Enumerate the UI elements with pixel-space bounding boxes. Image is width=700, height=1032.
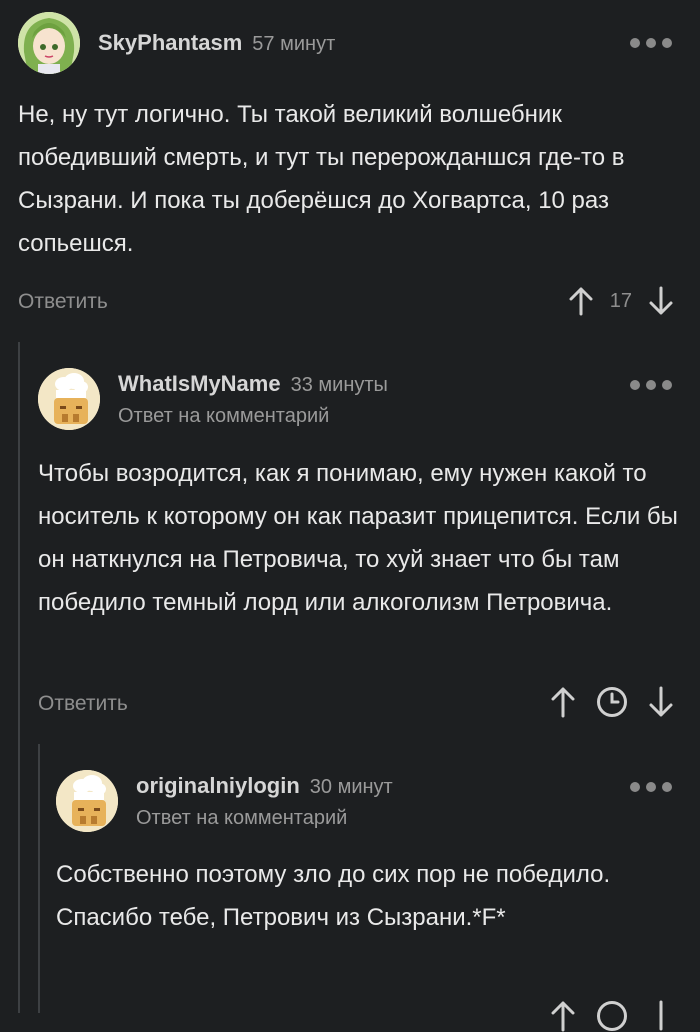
comment-header: originalniylogin 30 минут Ответ на коммен… [56, 770, 393, 832]
comment-header: SkyPhantasm 57 минут [18, 12, 335, 74]
more-options-icon[interactable] [630, 782, 672, 792]
anime-avatar-icon [18, 12, 80, 74]
comment-text: Собственно поэтому зло до сих пор не поб… [56, 861, 611, 931]
downvote-arrow-icon[interactable] [648, 686, 674, 718]
clock-icon[interactable] [596, 686, 628, 718]
upvote-arrow-icon[interactable] [550, 1000, 576, 1032]
chef-avatar-icon [38, 368, 100, 430]
rating-count: 17 [609, 289, 632, 312]
avatar[interactable] [56, 770, 118, 832]
more-options-icon[interactable] [630, 380, 672, 390]
chef-avatar-icon [56, 770, 118, 832]
avatar[interactable] [18, 12, 80, 74]
comment-time: 30 минут [309, 775, 393, 798]
more-options-icon[interactable] [630, 38, 672, 48]
reply-button[interactable]: Ответить [38, 692, 128, 716]
comment-text: Не, ну тут логично. Ты такой великий вол… [18, 101, 625, 257]
comment-time: 57 минут [252, 33, 336, 55]
thread-line[interactable] [38, 744, 40, 1013]
comment-text: Чтобы возродится, как я понимаю, ему нуж… [38, 460, 678, 616]
author-name[interactable]: originalniylogin [136, 773, 300, 798]
thread-line[interactable] [18, 342, 20, 1013]
comment-actions [550, 686, 674, 718]
comment-header: WhatIsMyName 33 минуты Ответ на комментар… [38, 368, 388, 430]
reply-to-link[interactable]: Ответ на комментарий [118, 405, 388, 428]
upvote-arrow-icon[interactable] [568, 286, 594, 316]
author-name[interactable]: SkyPhantasm [98, 30, 242, 55]
downvote-arrow-icon[interactable] [648, 1000, 674, 1032]
upvote-arrow-icon[interactable] [550, 686, 576, 718]
reply-button[interactable]: Ответить [18, 290, 108, 314]
avatar[interactable] [38, 368, 100, 430]
comment-time: 33 минуты [290, 373, 388, 396]
clock-icon[interactable] [596, 1000, 628, 1032]
author-name[interactable]: WhatIsMyName [118, 371, 281, 396]
reply-to-link[interactable]: Ответ на комментарий [136, 807, 393, 830]
comment-actions: 17 [568, 286, 674, 316]
comment-actions [550, 1000, 674, 1032]
downvote-arrow-icon[interactable] [648, 286, 674, 316]
